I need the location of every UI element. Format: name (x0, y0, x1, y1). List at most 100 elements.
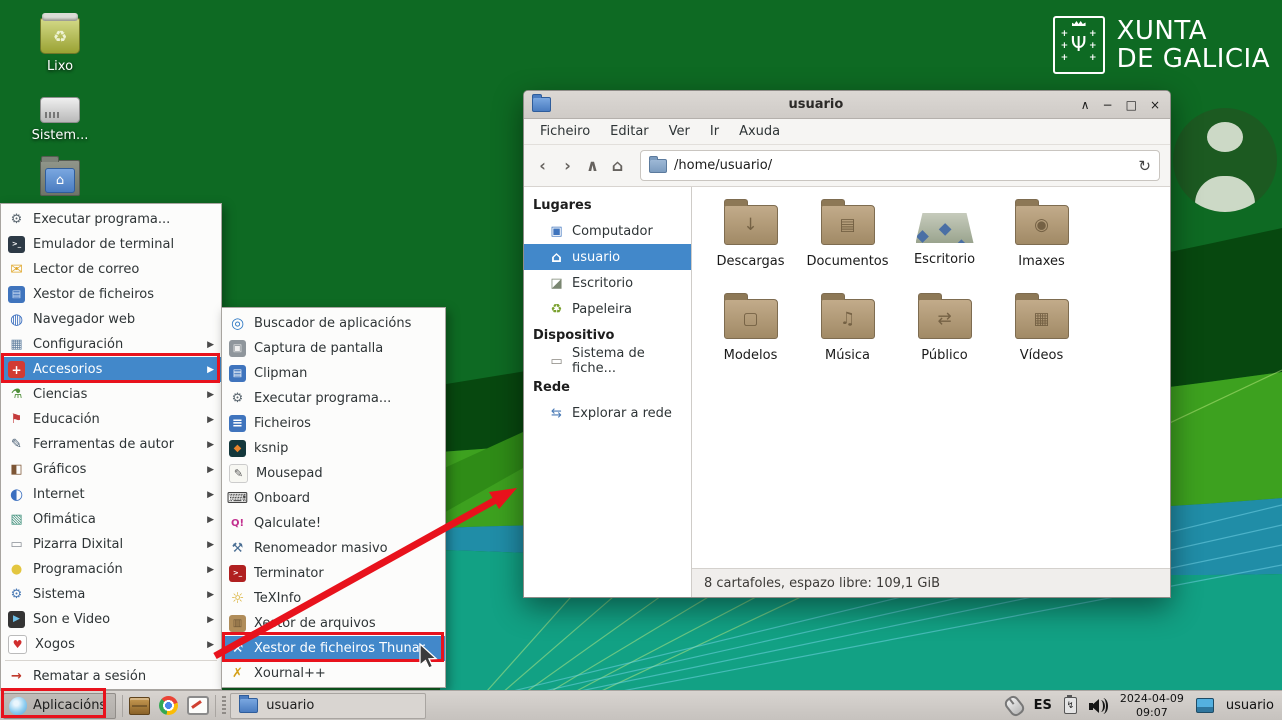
sidebar-item-usuario[interactable]: ⌂ usuario (524, 244, 691, 270)
submenu-item-renomeador-masivo[interactable]: ⚒ Renomeador masivo (222, 536, 445, 561)
settings-icon: ▦ (8, 336, 25, 353)
submenu-arrow-icon (207, 565, 214, 575)
submenu-item-buscador-de-aplicacions[interactable]: ◎ Buscador de aplicacións (222, 311, 445, 336)
screen: Lixo Sistem... Ψ +++ +++ XUNTA DE GALICI… (0, 0, 1282, 720)
file-item-modelos[interactable]: ▢ Modelos (702, 295, 799, 389)
author-tools-icon: ✎ (8, 436, 25, 453)
programming-icon: ● (8, 561, 25, 578)
sidebar-item-escritorio[interactable]: ◪ Escritorio (524, 270, 691, 296)
submenu-item-captura-de-pantalla[interactable]: ▣ Captura de pantalla (222, 336, 445, 361)
applications-button[interactable]: Aplicacións (3, 693, 116, 719)
sidebar-item-sistema-de-fiche[interactable]: ▭ Sistema de fiche... (524, 348, 691, 374)
submenu-arrow-icon (207, 440, 214, 450)
science-icon: ⚗ (8, 386, 25, 403)
window-control-maximize-button[interactable]: □ (1126, 99, 1137, 111)
thunar-icon: ⚒ (229, 640, 246, 657)
task-button-label: usuario (266, 698, 314, 713)
desktop-icon-lixo[interactable]: Lixo (40, 18, 80, 74)
menu-item-configuracion[interactable]: ▦ Configuración (1, 332, 221, 357)
window-control-minimize-button[interactable]: − (1103, 99, 1113, 111)
menu-item-xestor-de-ficheiros[interactable]: ▤ Xestor de ficheiros (1, 282, 221, 307)
menu-item-ciencias[interactable]: ⚗ Ciencias (1, 382, 221, 407)
keyboard-layout-indicator[interactable]: ES (1034, 698, 1052, 713)
task-folder-icon (239, 698, 258, 713)
submenu-item-ficheiros[interactable]: ≡ Ficheiros (222, 411, 445, 436)
window-controls: ∧ − □ × (1081, 99, 1160, 111)
menu-item-xogos[interactable]: ♥ Xogos (1, 632, 221, 657)
submenu-item-xournal[interactable]: ✗ Xournal++ (222, 661, 445, 686)
file-item-documentos[interactable]: ▤ Documentos (799, 201, 896, 295)
clock[interactable]: 2024-04-09 09:07 (1120, 692, 1184, 718)
file-item-escritorio[interactable]: Escritorio (896, 201, 993, 295)
submenu-arrow-icon (207, 590, 214, 600)
toolbar-button-forward-button[interactable]: › (555, 156, 580, 175)
submenu-item-xestor-de-arquivos[interactable]: ▥ Xestor de arquivos (222, 611, 445, 636)
chrome-launcher-icon[interactable] (159, 696, 178, 715)
mouse-device-icon[interactable] (1002, 693, 1026, 718)
path-bar[interactable]: /home/usuario/ ↻ (640, 150, 1160, 181)
menu-item-emulador-de-terminal[interactable]: >_ Emulador de terminal (1, 232, 221, 257)
menu-item-programacion[interactable]: ● Programación (1, 557, 221, 582)
submenu-item-texinfo[interactable]: ☼ TeXInfo (222, 586, 445, 611)
refresh-icon[interactable]: ↻ (1138, 157, 1151, 175)
submenu-item-ksnip[interactable]: ◆ ksnip (222, 436, 445, 461)
home-folder-icon (40, 160, 80, 196)
menubar-item-ir[interactable]: Ir (700, 119, 729, 144)
menu-item-ofimatica[interactable]: ▧ Ofimática (1, 507, 221, 532)
mail-icon: ✉ (8, 261, 25, 278)
desktop-file-icon (916, 213, 974, 243)
submenu-item-qalculate[interactable]: Q! Qalculate! (222, 511, 445, 536)
menubar-item-ficheiro[interactable]: Ficheiro (530, 119, 600, 144)
submenu-item-onboard[interactable]: ⌨ Onboard (222, 486, 445, 511)
toolbar-button-up-button[interactable]: ∧ (580, 156, 605, 175)
menu-item-accesorios[interactable]: + Accesorios (1, 357, 221, 382)
archive-launcher-icon[interactable] (129, 697, 150, 715)
notes-launcher-icon[interactable] (187, 696, 209, 715)
desktop-icon-sistem[interactable]: Sistem... (32, 91, 89, 143)
submenu-item-mousepad[interactable]: ✎ Mousepad (222, 461, 445, 486)
menubar-item-axuda[interactable]: Axuda (729, 119, 790, 144)
menu-item-educacion[interactable]: ⚑ Educación (1, 407, 221, 432)
menu-item-ferramentas-de-autor[interactable]: ✎ Ferramentas de autor (1, 432, 221, 457)
sidebar-item-dispositivo: Dispositivo (524, 322, 691, 348)
file-item-publico[interactable]: ⇄ Público (896, 295, 993, 389)
submenu-item-executar-programa[interactable]: ⚙ Executar programa... (222, 386, 445, 411)
volume-icon[interactable] (1089, 698, 1108, 714)
battery-icon[interactable]: ↯ (1064, 697, 1077, 714)
taskbar-separator (122, 695, 123, 717)
file-item-imaxes[interactable]: ◉ Imaxes (993, 201, 1090, 295)
menubar-item-editar[interactable]: Editar (600, 119, 659, 144)
menubar-item-ver[interactable]: Ver (659, 119, 700, 144)
menu-item-son-e-video[interactable]: ▶ Son e Video (1, 607, 221, 632)
menu-item-navegador-web[interactable]: ◍ Navegador web (1, 307, 221, 332)
file-item-descargas[interactable]: ↓ Descargas (702, 201, 799, 295)
tasklist-handle[interactable] (222, 696, 226, 716)
menu-item-executar-programa[interactable]: ⚙ Executar programa... (1, 207, 221, 232)
menu-item-rematar-a-sesion[interactable]: → Rematar a sesión (1, 664, 221, 689)
menu-item-internet[interactable]: ◐ Internet (1, 482, 221, 507)
file-item-musica[interactable]: ♫ Música (799, 295, 896, 389)
menu-item-lector-de-correo[interactable]: ✉ Lector de correo (1, 257, 221, 282)
window-control-close-button[interactable]: × (1150, 99, 1160, 111)
sidebar-item-papeleira[interactable]: ♻ Papeleira (524, 296, 691, 322)
sidebar-item-computador[interactable]: ▣ Computador (524, 218, 691, 244)
titlebar[interactable]: usuario ∧−□× (524, 91, 1170, 119)
toolbar-button-back-button[interactable]: ‹ (530, 156, 555, 175)
desktop-icon[interactable] (40, 160, 80, 201)
onboard-icon: ⌨ (229, 490, 246, 507)
window-control-shade-button[interactable]: ∧ (1081, 99, 1090, 111)
taskbar-separator (215, 695, 216, 717)
menu-item-pizarra-dixital[interactable]: ▭ Pizarra Dixital (1, 532, 221, 557)
task-button-usuario[interactable]: usuario (230, 693, 426, 719)
folder-templates-icon: ▢ (724, 299, 778, 339)
submenu-item-xestor-de-ficheiros-thunar[interactable]: ⚒ Xestor de ficheiros Thunar (222, 636, 445, 661)
toolbar-button-home-button[interactable]: ⌂ (605, 156, 630, 175)
submenu-item-terminator[interactable]: >_ Terminator (222, 561, 445, 586)
menu-item-sistema[interactable]: ⚙ Sistema (1, 582, 221, 607)
menu-item-graficos[interactable]: ◧ Gráficos (1, 457, 221, 482)
folder-videos-icon: ▦ (1015, 299, 1069, 339)
display-icon[interactable] (1196, 698, 1214, 713)
sidebar-item-explorar-a-rede[interactable]: ⇆ Explorar a rede (524, 400, 691, 426)
file-item-videos[interactable]: ▦ Vídeos (993, 295, 1090, 389)
submenu-item-clipman[interactable]: ▤ Clipman (222, 361, 445, 386)
